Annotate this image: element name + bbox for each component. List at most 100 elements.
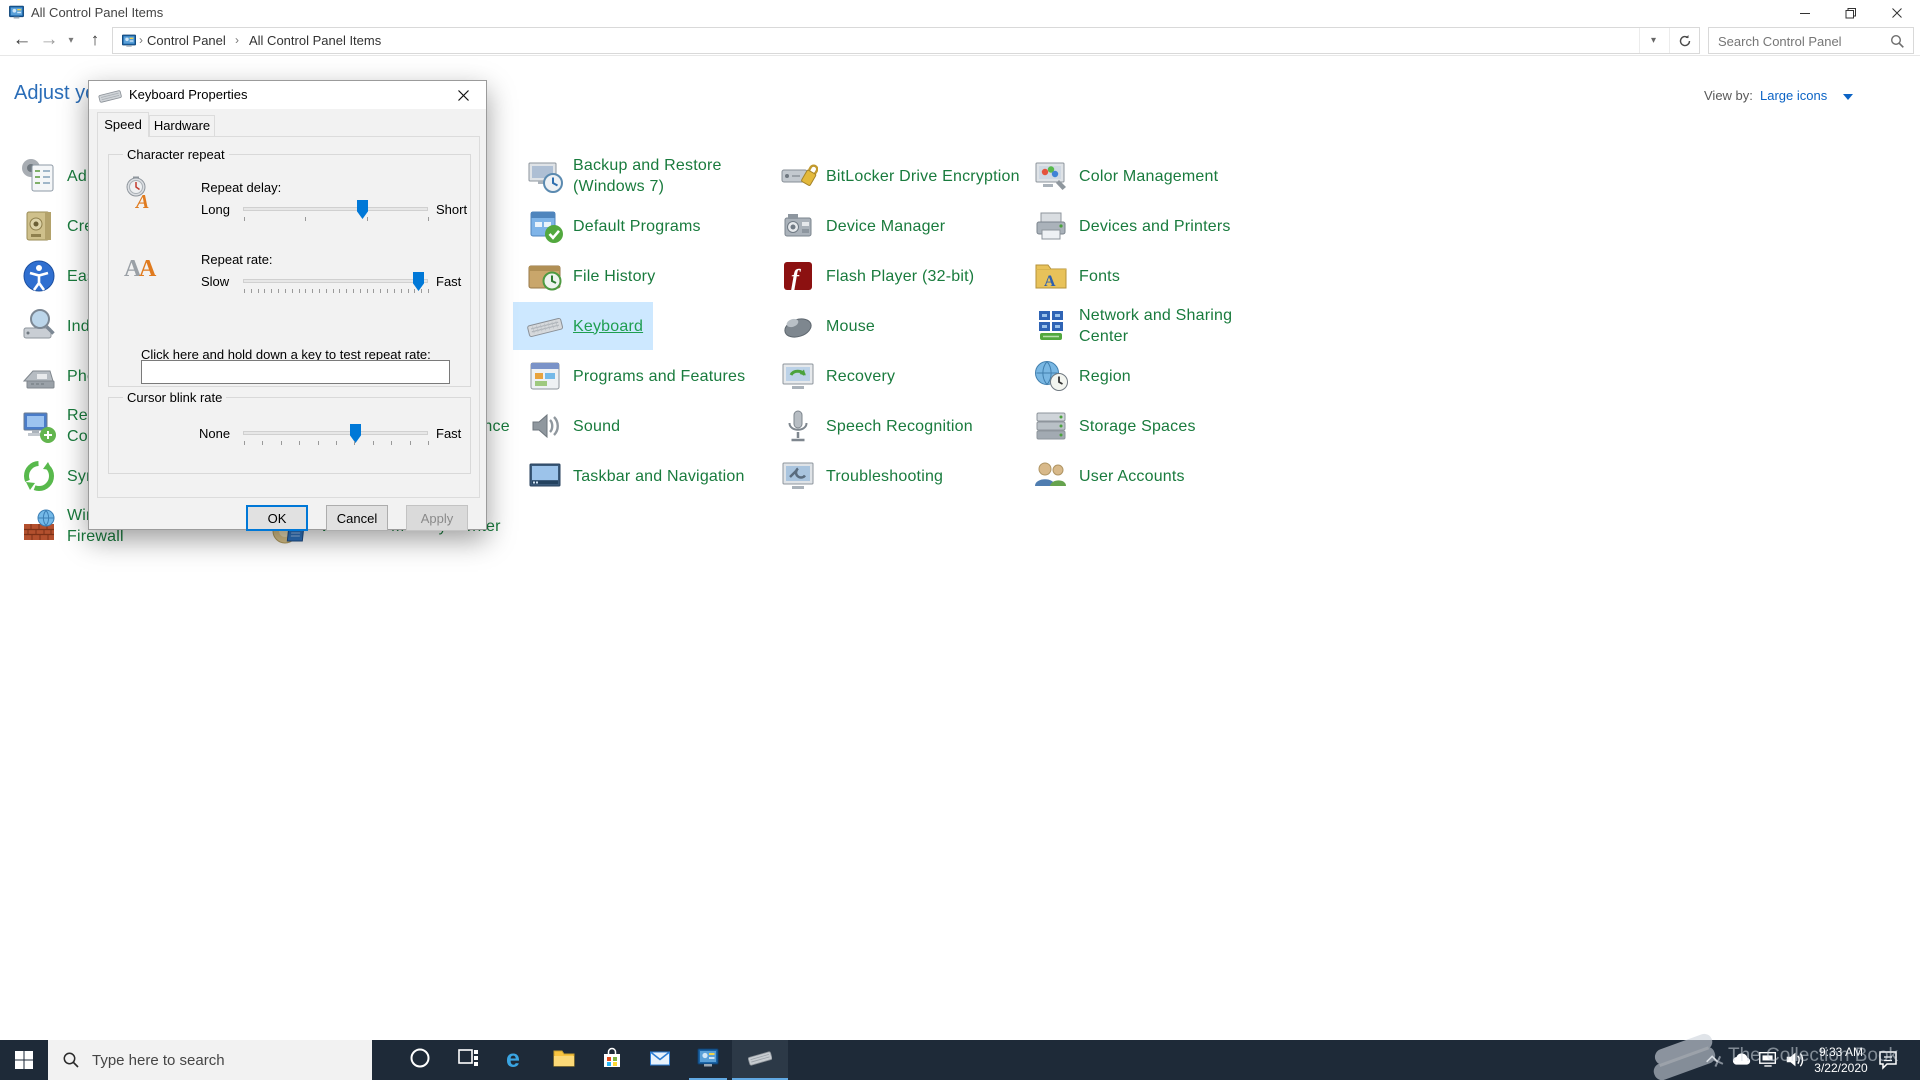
cp-item-device-manager[interactable]: Device Manager [766, 202, 955, 250]
slider-tick [391, 441, 392, 445]
devices-printers-icon [1031, 206, 1071, 246]
character-repeat-label: Character repeat [123, 147, 229, 162]
tb-keyboard-icon [747, 1046, 773, 1075]
cursor-blink-rate-label: Cursor blink rate [123, 390, 227, 405]
taskbar-clock[interactable]: 9:33 AM 3/22/2020 [1810, 1044, 1872, 1076]
slider-tick [281, 441, 282, 445]
cp-item-bitlocker-drive-encryption[interactable]: BitLocker Drive Encryption [766, 152, 1030, 200]
cp-item-flash-player[interactable]: f Flash Player (32-bit) [766, 252, 984, 300]
test-repeat-rate-input[interactable] [141, 360, 450, 384]
slider-tick [401, 289, 402, 293]
control-panel-icon [696, 1046, 720, 1075]
edge-icon: e [504, 1045, 528, 1075]
start-button[interactable] [0, 1040, 48, 1080]
taskbar-app-edge[interactable]: e [492, 1040, 540, 1080]
backup-restore-icon [525, 156, 565, 196]
cp-item-keyboard[interactable]: Keyboard [513, 302, 654, 350]
dialog-titlebar[interactable]: Keyboard Properties [89, 81, 486, 109]
cancel-button[interactable]: Cancel [326, 505, 388, 531]
cp-item-label: File History [573, 267, 656, 285]
user-accounts-icon [1031, 456, 1071, 496]
file-history-icon [525, 256, 565, 296]
repeat-rate-slider[interactable] [243, 272, 429, 293]
tab-hardware[interactable]: Hardware [149, 115, 215, 137]
slider-tick [305, 289, 306, 293]
windows-firewall-icon [19, 506, 59, 546]
ok-button[interactable]: OK [246, 505, 308, 531]
apply-button[interactable]: Apply [406, 505, 468, 531]
taskbar-app-cortana[interactable] [396, 1040, 444, 1080]
cp-item-default-programs[interactable]: Default Programs [513, 202, 711, 250]
taskbar-app-store[interactable] [588, 1040, 636, 1080]
cp-item-region[interactable]: Region [1019, 352, 1141, 400]
cp-item-storage-spaces[interactable]: Storage Spaces [1019, 402, 1206, 450]
slider-tick [264, 289, 265, 293]
repeat-delay-min-label: Long [201, 202, 230, 217]
dialog-title: Keyboard Properties [129, 87, 248, 102]
repeat-rate-icon: AA [123, 249, 159, 285]
slider-tick [346, 289, 347, 293]
slider-tick [353, 289, 354, 293]
slider-tick [244, 289, 245, 293]
cp-item-label: Device Manager [826, 217, 946, 235]
cp-item-label: Mouse [826, 317, 876, 335]
cp-item-file-history[interactable]: File History [513, 252, 665, 300]
taskbar-app-control-panel[interactable] [684, 1040, 732, 1080]
programs-features-icon [525, 356, 565, 396]
cp-item-programs-and-features[interactable]: Programs and Features [513, 352, 755, 400]
cp-item-recovery[interactable]: Recovery [766, 352, 905, 400]
cp-item-label: Flash Player (32-bit) [826, 267, 975, 285]
search-icon [62, 1051, 80, 1069]
slider-tick [373, 289, 374, 293]
cp-item-label: Devices and Printers [1079, 217, 1231, 235]
action-center-icon[interactable] [1876, 1048, 1902, 1072]
slider-tick [428, 217, 429, 221]
taskbar-app-keyboard-properties[interactable] [732, 1040, 788, 1080]
repeat-delay-max-label: Short [436, 202, 468, 217]
tray-onedrive-icon[interactable] [1729, 1048, 1753, 1072]
cp-item-mouse[interactable]: Mouse [766, 302, 885, 350]
cp-item-network-and-sharing-center[interactable]: Network and Sharing Center [1019, 302, 1242, 350]
indexing-options-icon [19, 306, 59, 346]
tray-volume-icon[interactable] [1783, 1048, 1807, 1072]
cp-item-label: Keyboard [573, 317, 644, 335]
slider-tick [244, 441, 245, 445]
cp-item-taskbar-and-navigation[interactable]: Taskbar and Navigation [513, 452, 755, 500]
taskbar-app-mail[interactable] [636, 1040, 684, 1080]
tab-speed[interactable]: Speed [97, 112, 149, 137]
dialog-close-icon[interactable] [441, 81, 486, 109]
cp-item-backup-and-restore[interactable]: Backup and Restore (Windows 7) [513, 152, 732, 200]
cp-item-color-management[interactable]: Color Management [1019, 152, 1228, 200]
repeat-rate-min-label: Slow [201, 274, 230, 289]
cp-item-user-accounts[interactable]: User Accounts [1019, 452, 1195, 500]
remoteapp-icon [19, 406, 59, 446]
cp-item-troubleshooting[interactable]: Troubleshooting [766, 452, 953, 500]
slider-thumb[interactable] [350, 424, 361, 443]
color-management-icon [1031, 156, 1071, 196]
taskbar-app-task-view[interactable] [444, 1040, 492, 1080]
cp-item-label: Default Programs [573, 217, 701, 235]
slider-tick [410, 441, 411, 445]
cp-item-label: Backup and Restore (Windows 7) [573, 157, 722, 195]
network-sharing-icon [1031, 306, 1071, 346]
tray-hidden-icons-icon[interactable] [1702, 1048, 1726, 1072]
taskbar-app-file-explorer[interactable] [540, 1040, 588, 1080]
slider-tick [333, 289, 334, 293]
taskbar-search-input[interactable]: Type here to search [48, 1040, 372, 1080]
repeat-delay-slider[interactable] [243, 200, 429, 221]
cursor-blink-slider[interactable] [243, 424, 429, 445]
cp-item-devices-and-printers[interactable]: Devices and Printers [1019, 202, 1241, 250]
speech-recognition-icon [778, 406, 818, 446]
cp-item-label: Recovery [826, 367, 896, 385]
cp-item-speech-recognition[interactable]: Speech Recognition [766, 402, 983, 450]
cp-item-sound[interactable]: Sound [513, 402, 630, 450]
slider-tick [285, 289, 286, 293]
mail-icon [648, 1046, 672, 1075]
slider-tick [421, 289, 422, 293]
default-programs-icon [525, 206, 565, 246]
keyboard-icon [98, 88, 122, 103]
cp-item-fonts[interactable]: A Fonts [1019, 252, 1130, 300]
svg-text:A: A [134, 191, 149, 211]
tray-network-icon[interactable] [1756, 1048, 1780, 1072]
cp-item-label: Network and Sharing Center [1079, 307, 1233, 345]
